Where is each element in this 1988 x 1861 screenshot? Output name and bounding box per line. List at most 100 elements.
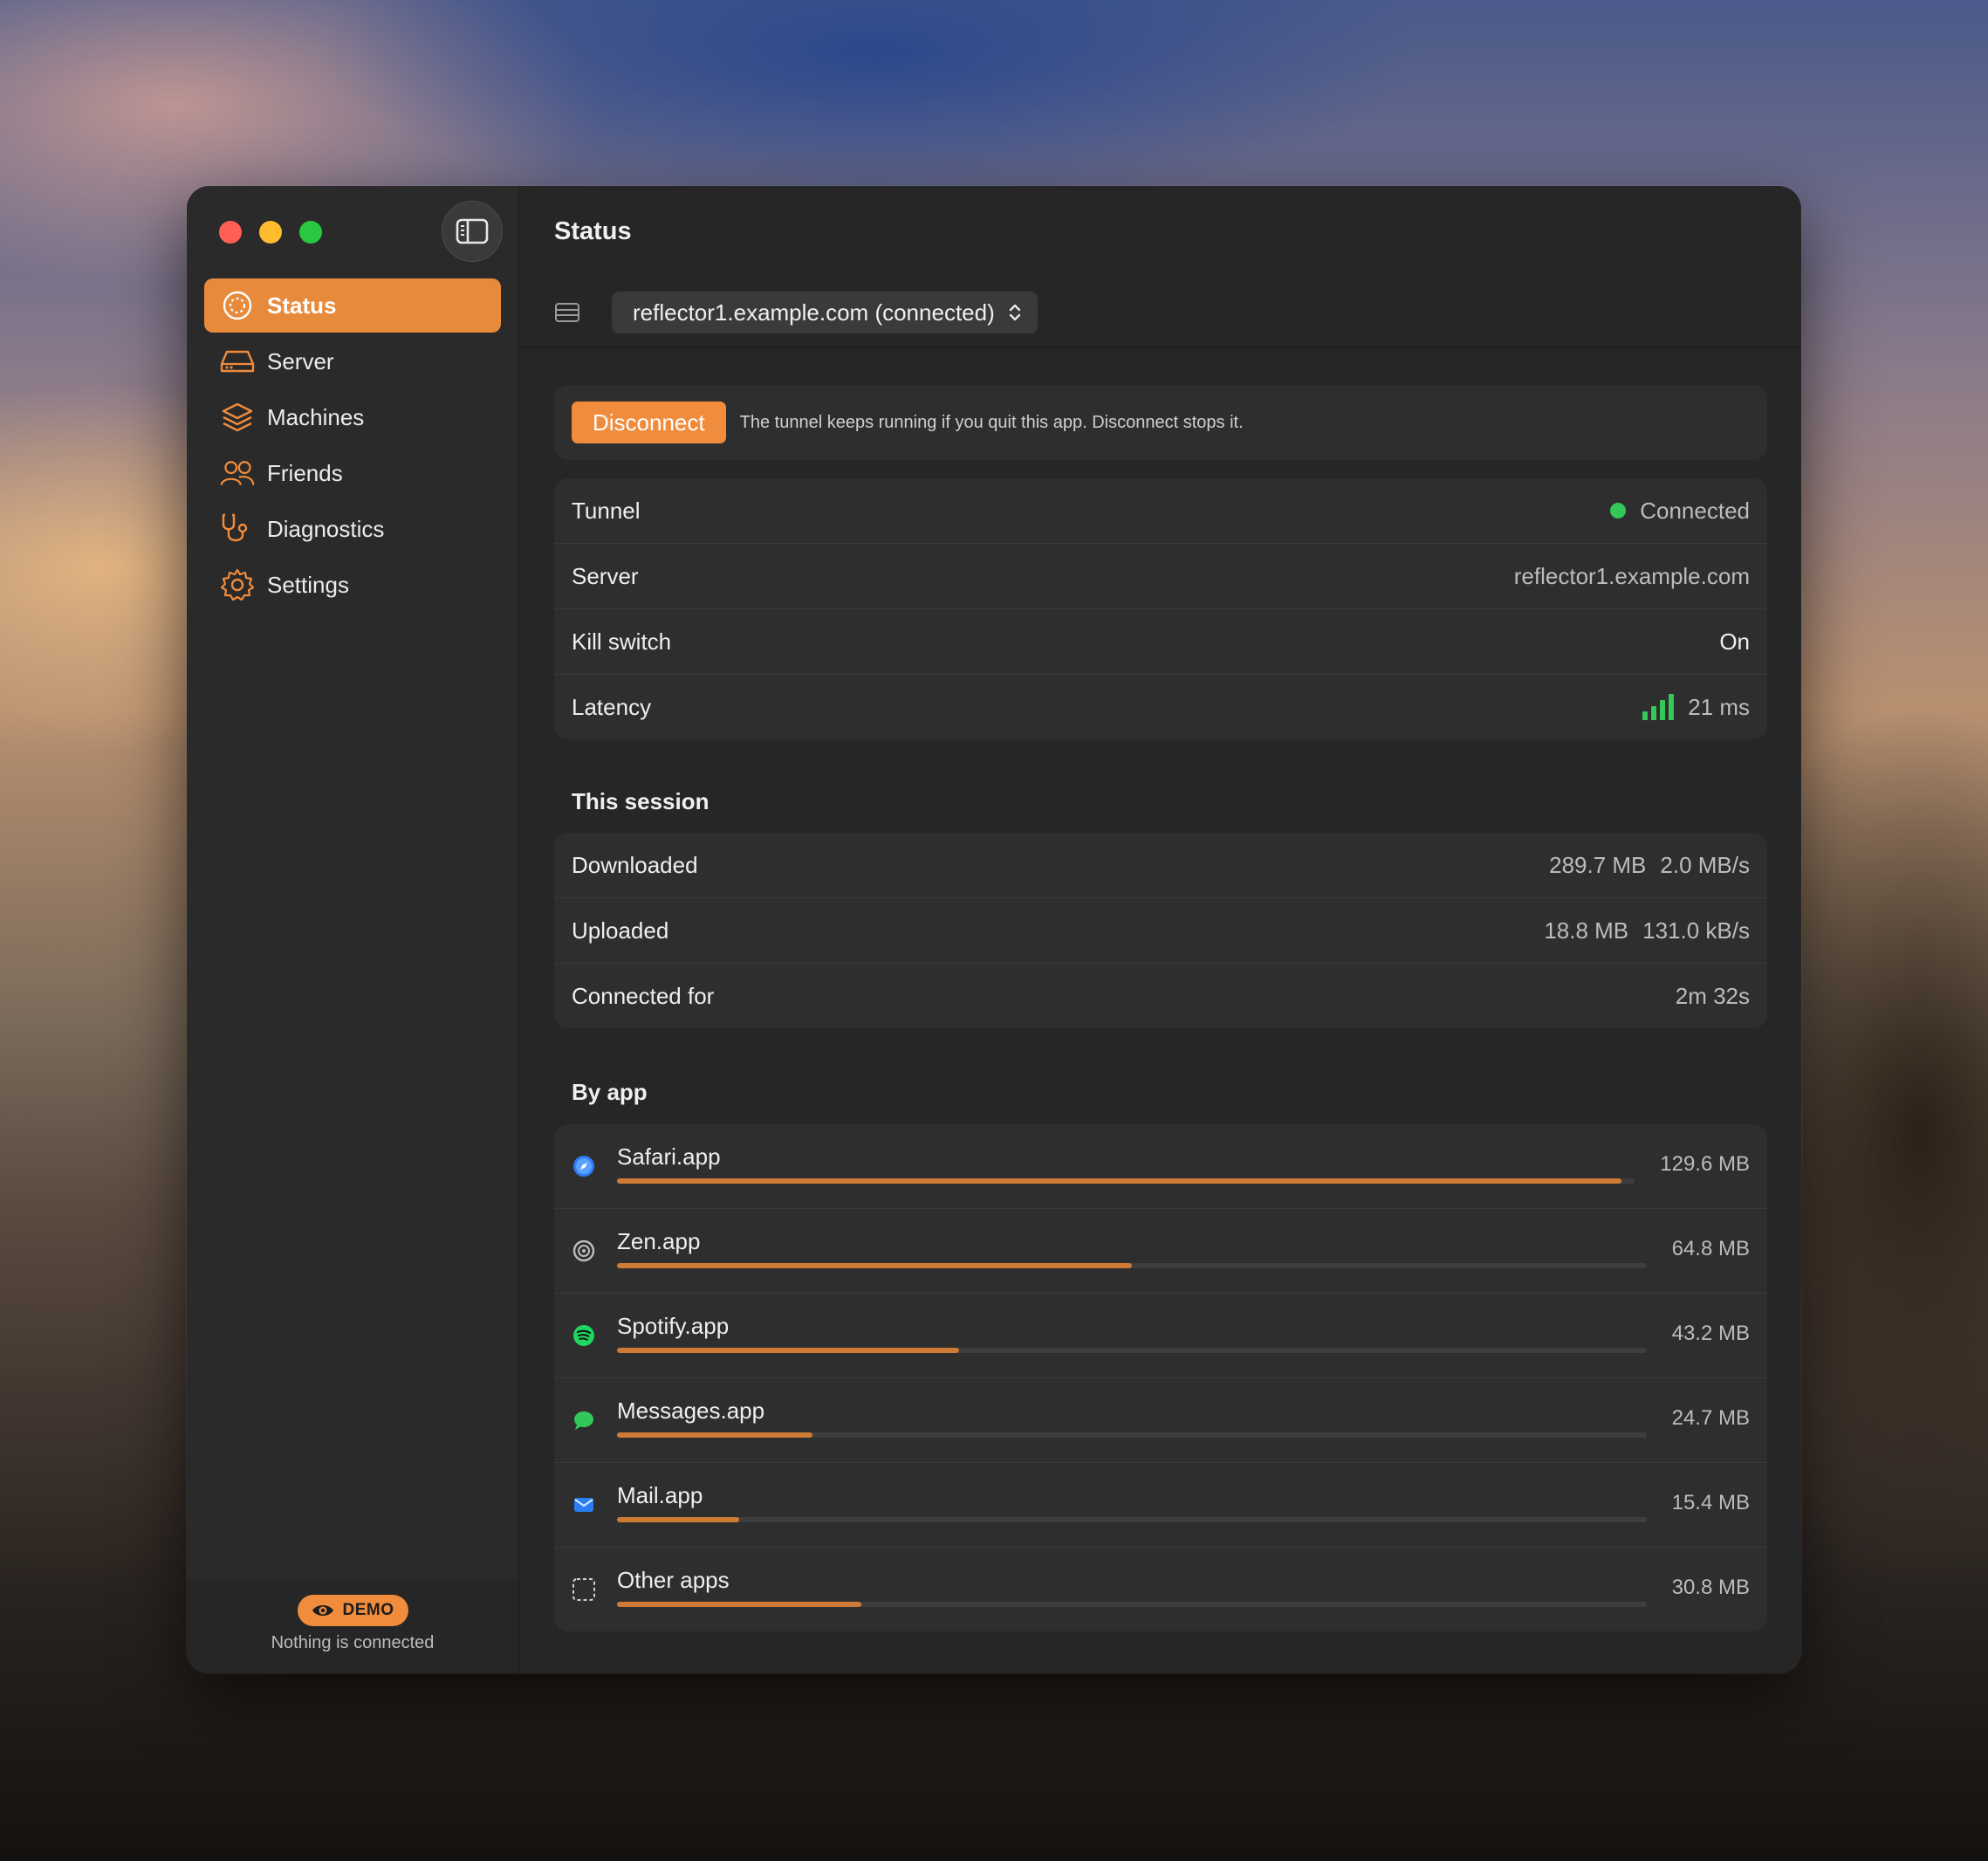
tunnel-row: Tunnel Connected <box>554 478 1767 544</box>
server-value: reflector1.example.com <box>1513 562 1750 589</box>
sidebar-item-server[interactable]: Server <box>204 334 501 388</box>
safari-icon <box>573 1156 594 1177</box>
server-select-value: reflector1.example.com (connected) <box>633 299 995 326</box>
connected-for-row: Connected for 2m 32s <box>554 964 1767 1028</box>
app-name: Zen.app <box>617 1228 701 1254</box>
server-label: Server <box>572 562 639 589</box>
sidebar-item-label: Diagnostics <box>267 515 385 542</box>
by-app-section-title: By app <box>572 1079 648 1105</box>
app-window: Status Server Machines Friends Diagnosti… <box>187 186 1801 1673</box>
usage-bar-track <box>617 1348 1647 1353</box>
app-size: 15.4 MB <box>1671 1491 1750 1514</box>
server-select[interactable]: reflector1.example.com (connected) <box>612 292 1038 333</box>
downloaded-row: Downloaded 289.7 MB 2.0 MB/s <box>554 833 1767 898</box>
connected-for-label: Connected for <box>572 982 715 1009</box>
session-section-title: This session <box>572 788 710 814</box>
chevron-updown-icon <box>1009 304 1021 321</box>
layers-icon <box>220 400 255 435</box>
sidebar-nav: Status Server Machines Friends Diagnosti… <box>204 278 501 614</box>
usage-bar-fill <box>617 1348 960 1353</box>
main-content: Status reflector1.example.com (connected… <box>519 186 1801 1673</box>
sidebar-item-label: Status <box>267 292 337 319</box>
usage-bar-fill <box>617 1178 1621 1184</box>
signal-bars-icon <box>1642 694 1675 720</box>
sidebar-item-label: Friends <box>267 459 343 486</box>
kill-switch-label: Kill switch <box>572 628 672 655</box>
messages-icon <box>574 1411 593 1430</box>
demo-badge-label: DEMO <box>342 1601 394 1619</box>
kill-switch-value: On <box>1719 628 1750 655</box>
zen-icon <box>572 1240 595 1262</box>
stethoscope-icon <box>220 512 255 546</box>
app-size: 24.7 MB <box>1671 1406 1750 1430</box>
sidebar-item-machines[interactable]: Machines <box>204 390 501 444</box>
latency-label: Latency <box>572 693 652 720</box>
sidebar-item-friends[interactable]: Friends <box>204 446 501 500</box>
uploaded-label: Uploaded <box>572 917 669 944</box>
usage-bar-fill <box>617 1263 1132 1268</box>
connection-footer-note: Nothing is connected <box>271 1633 435 1652</box>
sidebar-item-settings[interactable]: Settings <box>204 558 501 612</box>
sidebar-icon <box>456 218 489 244</box>
app-name: Safari.app <box>617 1143 721 1170</box>
usage-bar-fill <box>617 1517 740 1522</box>
app-row-spotify: Spotify.app 43.2 MB <box>554 1294 1767 1378</box>
sidebar-item-label: Settings <box>267 571 349 598</box>
app-row-mail: Mail.app 15.4 MB <box>554 1463 1767 1548</box>
app-size: 64.8 MB <box>1671 1237 1750 1260</box>
usage-bar-track <box>617 1263 1647 1268</box>
close-window-button[interactable] <box>219 221 242 244</box>
app-name: Mail.app <box>617 1482 703 1508</box>
app-size: 129.6 MB <box>1660 1152 1750 1176</box>
usage-bar-fill <box>617 1602 861 1607</box>
usage-bar-track <box>617 1602 1647 1607</box>
server-list-icon <box>555 303 579 322</box>
connected-for-value: 2m 32s <box>1675 982 1750 1009</box>
latency-value: 21 ms <box>1688 693 1750 720</box>
page-title: Status <box>554 217 632 245</box>
status-icon <box>220 288 255 323</box>
app-name: Messages.app <box>617 1397 765 1424</box>
app-row-messages: Messages.app 24.7 MB <box>554 1378 1767 1463</box>
sidebar-footer: DEMO Nothing is connected <box>187 1581 518 1673</box>
server-picker-row: reflector1.example.com (connected) <box>554 291 1038 334</box>
kill-switch-row: Kill switch On <box>554 609 1767 675</box>
session-card: Downloaded 289.7 MB 2.0 MB/s Uploaded 18… <box>554 833 1767 1028</box>
latency-row: Latency 21 ms <box>554 675 1767 739</box>
app-name: Spotify.app <box>617 1313 730 1339</box>
app-name: Other apps <box>617 1567 730 1593</box>
eye-icon <box>312 1605 333 1616</box>
sidebar: Status Server Machines Friends Diagnosti… <box>187 186 519 1673</box>
uploaded-total: 18.8 MB <box>1544 917 1629 944</box>
spotify-icon <box>573 1325 594 1346</box>
server-row: Server reflector1.example.com <box>554 544 1767 609</box>
uploaded-values: 18.8 MB 131.0 kB/s <box>1544 917 1750 944</box>
disconnect-button[interactable]: Disconnect <box>572 402 726 443</box>
app-row-safari: Safari.app 129.6 MB <box>554 1124 1767 1209</box>
sidebar-toggle-button[interactable] <box>442 201 503 262</box>
app-size: 43.2 MB <box>1671 1322 1750 1345</box>
by-app-card: Safari.app 129.6 MB Zen.app 64.8 MB Spot… <box>554 1124 1767 1631</box>
sidebar-item-status[interactable]: Status <box>204 278 501 333</box>
sidebar-item-label: Machines <box>267 403 365 430</box>
usage-bar-track <box>617 1432 1647 1438</box>
uploaded-rate: 131.0 kB/s <box>1642 917 1750 944</box>
downloaded-values: 289.7 MB 2.0 MB/s <box>1549 852 1750 879</box>
tunnel-status: Connected <box>1610 498 1750 525</box>
mail-icon <box>574 1498 593 1512</box>
sidebar-item-label: Server <box>267 347 334 374</box>
usage-bar-track <box>617 1517 1647 1522</box>
usage-bar-track <box>617 1178 1635 1184</box>
minimize-window-button[interactable] <box>259 221 282 244</box>
latency-status: 21 ms <box>1642 694 1750 721</box>
sidebar-item-diagnostics[interactable]: Diagnostics <box>204 502 501 556</box>
demo-badge: DEMO <box>297 1595 408 1626</box>
people-icon <box>220 456 255 491</box>
usage-bar-fill <box>617 1432 813 1438</box>
zoom-window-button[interactable] <box>299 221 322 244</box>
connected-dot-icon <box>1610 503 1627 518</box>
app-row-other: Other apps 30.8 MB <box>554 1548 1767 1631</box>
disconnect-banner: Disconnect The tunnel keeps running if y… <box>554 385 1767 460</box>
disconnect-note: The tunnel keeps running if you quit thi… <box>739 412 1244 432</box>
downloaded-total: 289.7 MB <box>1549 851 1647 878</box>
